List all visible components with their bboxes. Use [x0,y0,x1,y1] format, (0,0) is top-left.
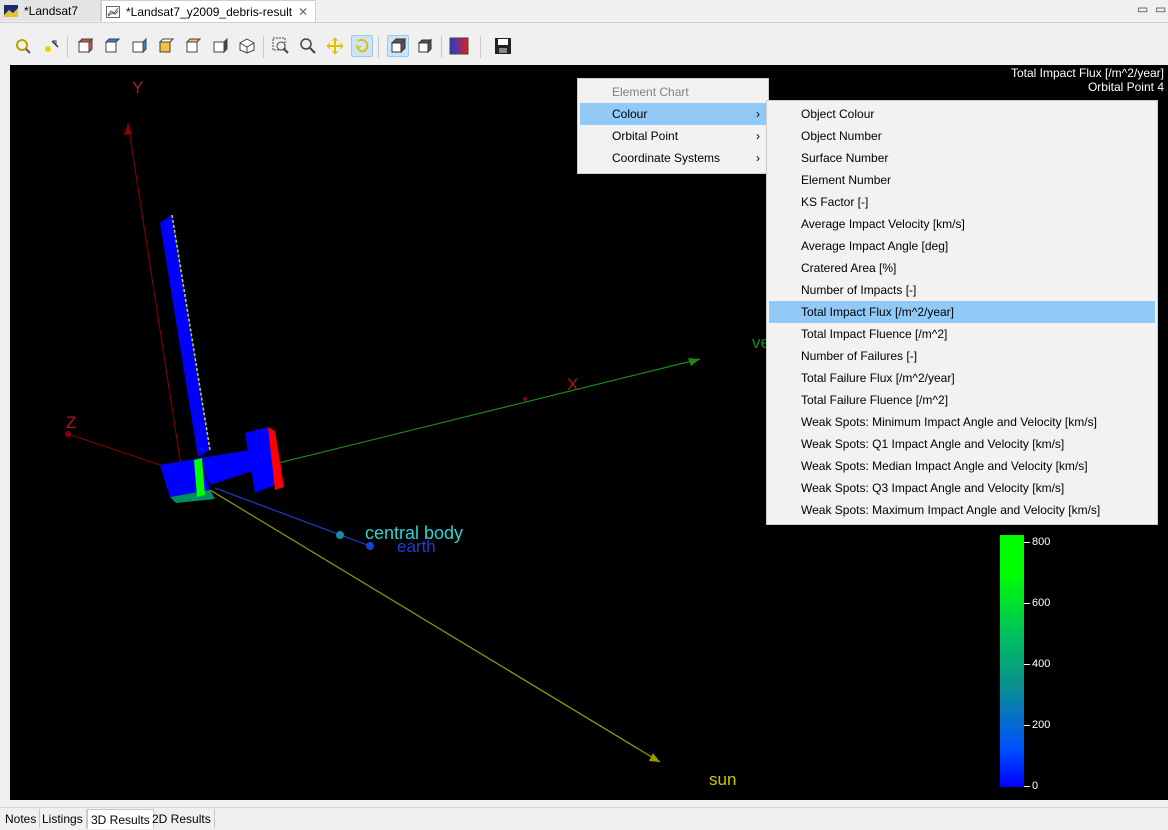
result-title: Total Impact Flux [/m^2/year] [1010,66,1164,80]
chevron-right-icon: › [756,107,760,121]
menu-item-coordinate-systems[interactable]: Coordinate Systems › [580,147,766,169]
submenu-item[interactable]: Weak Spots: Minimum Impact Angle and Vel… [769,411,1155,433]
zoom-icon[interactable] [297,35,319,57]
tab-debris-result[interactable]: *Landsat7_y2009_debris-result ✕ [101,0,316,22]
submenu-item[interactable]: Surface Number [769,147,1155,169]
tab-listings[interactable]: Listings [39,809,87,828]
editor-tab-bar: *Landsat7 *Landsat7_y2009_debris-result … [0,0,1168,23]
colour-map-icon[interactable] [448,35,470,57]
submenu-item[interactable]: Number of Failures [-] [769,345,1155,367]
y-axis-arrow [124,123,132,135]
pan-icon[interactable] [324,35,346,57]
zoom-box-icon[interactable] [270,35,292,57]
menu-item-colour[interactable]: Colour › [580,103,766,125]
chart-file-icon [106,5,120,18]
toolbar-separator [480,36,481,58]
submenu-item[interactable]: Weak Spots: Maximum Impact Angle and Vel… [769,499,1155,521]
orthographic-icon[interactable] [414,35,436,57]
spacecraft-boom [200,450,255,485]
submenu-item[interactable]: Element Number [769,169,1155,191]
x-axis-marker [523,397,527,401]
submenu-item[interactable]: Average Impact Velocity [km/s] [769,213,1155,235]
orbital-point-label: Orbital Point 4 [1087,80,1164,94]
submenu-item[interactable]: Weak Spots: Q3 Impact Angle and Velocity… [769,477,1155,499]
view-front-icon[interactable] [74,35,96,57]
save-icon[interactable] [492,35,514,57]
legend-tick-0: 0 [1024,780,1038,792]
y-axis-label: Y [132,78,144,97]
submenu-item[interactable]: Cratered Area [%] [769,257,1155,279]
menu-item-element-chart: Element Chart [612,85,689,99]
submenu-item[interactable]: Object Number [769,125,1155,147]
toolbar-separator [378,36,379,58]
menu-item-orbital-point[interactable]: Orbital Point › [580,125,766,147]
view-left-icon[interactable] [128,35,150,57]
legend-tick-200: 200 [1024,719,1050,731]
context-menu: Element Chart Colour › Orbital Point › Coo… [577,78,769,174]
z-axis-label: Z [66,413,77,432]
submenu-item[interactable]: Average Impact Angle [deg] [769,235,1155,257]
earth-direction-line [214,487,371,547]
submenu-item[interactable]: Weak Spots: Q1 Impact Angle and Velocity… [769,433,1155,455]
view-iso-icon[interactable] [236,35,258,57]
rotate-icon[interactable] [351,35,373,57]
chevron-right-icon: › [756,151,760,165]
submenu-item-total-impact-flux[interactable]: Total Impact Flux [/m^2/year] [769,301,1155,323]
chevron-right-icon: › [756,129,760,143]
submenu-item[interactable]: KS Factor [-] [769,191,1155,213]
earth-label: earth [397,537,436,556]
tab-label: *Landsat7 [24,3,79,18]
view-top-icon[interactable] [182,35,204,57]
tab-2d-results[interactable]: 2D Results [149,809,215,828]
sun-direction-arrow [649,753,660,762]
viewport-title: Total Impact Flux [/m^2/year] Orbital Po… [1011,66,1164,94]
tab-landsat7[interactable]: *Landsat7 [0,0,101,21]
colour-submenu: Object Colour Object Number Surface Numb… [766,100,1158,525]
submenu-item[interactable]: Number of Impacts [-] [769,279,1155,301]
submenu-item[interactable]: Object Colour [769,103,1155,125]
maximize-icon[interactable]: ▭ [1155,2,1166,16]
toolbar-separator [263,36,264,58]
legend-tick-400: 400 [1024,658,1050,670]
zoom-fit-icon[interactable] [12,35,34,57]
x-axis-line [249,358,701,471]
solar-panel [160,215,210,457]
tab-label: *Landsat7_y2009_debris-result [126,4,293,19]
x-axis-label: X [567,375,579,394]
image-icon [4,4,18,17]
perspective-icon[interactable] [387,35,409,57]
colour-legend-bar [1000,535,1024,787]
tab-3d-results[interactable]: 3D Results [87,809,154,829]
submenu-item[interactable]: Total Failure Fluence [/m^2] [769,389,1155,411]
pick-icon[interactable] [40,35,62,57]
view-bottom-icon[interactable] [209,35,231,57]
close-icon[interactable]: ✕ [298,5,308,19]
view-right-icon[interactable] [155,35,177,57]
legend-tick-600: 600 [1024,597,1050,609]
bottom-tab-bar: Notes Listings 3D Results 2D Results [0,807,1168,830]
toolbar-separator [67,36,68,58]
view-back-icon[interactable] [101,35,123,57]
toolbar [0,32,1168,62]
submenu-item[interactable]: Total Failure Flux [/m^2/year] [769,367,1155,389]
submenu-item[interactable]: Weak Spots: Median Impact Angle and Velo… [769,455,1155,477]
submenu-item[interactable]: Total Impact Fluence [/m^2] [769,323,1155,345]
minimize-icon[interactable]: ▭ [1137,2,1148,16]
x-axis-arrow [688,358,700,366]
legend-tick-800: 800 [1024,536,1050,548]
sun-label: sun [709,770,737,789]
central-body-marker [336,531,344,539]
tab-notes[interactable]: Notes [2,809,41,828]
toolbar-separator [441,36,442,58]
